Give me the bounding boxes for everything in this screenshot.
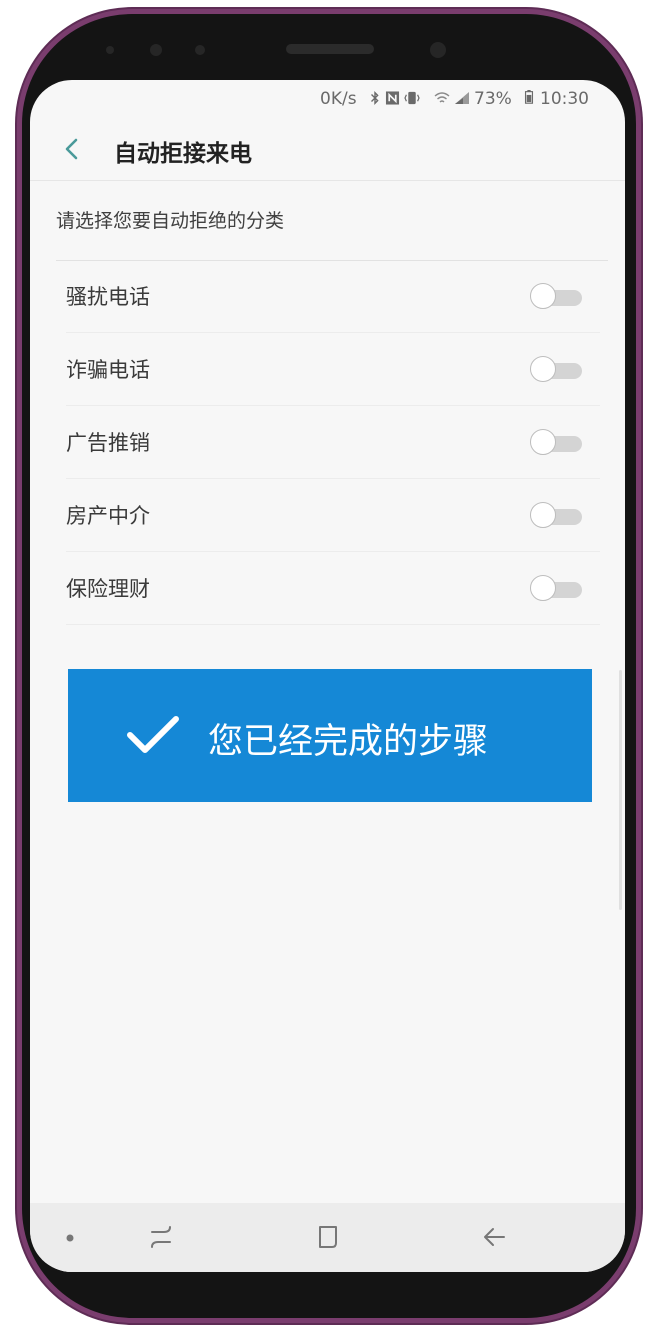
dot-icon[interactable]: [66, 1234, 74, 1242]
fraud-toggle[interactable]: [530, 356, 584, 384]
row-divider: [66, 478, 600, 479]
ads-toggle[interactable]: [530, 429, 584, 457]
app-header: 自动拒接来电: [30, 118, 625, 181]
toggle-knob: [530, 575, 556, 601]
category-label: 诈骗电话: [66, 358, 150, 382]
category-label: 广告推销: [66, 431, 150, 455]
recent-apps-icon[interactable]: [148, 1223, 174, 1251]
toggle-knob: [530, 429, 556, 455]
category-row-fraud[interactable]: 诈骗电话: [54, 334, 600, 406]
vibrate-icon: [404, 91, 420, 105]
sensor-dot: [195, 45, 205, 55]
front-camera: [430, 42, 446, 58]
page-title: 自动拒接来电: [114, 141, 252, 167]
completion-banner: 您已经完成的步骤: [68, 669, 592, 802]
category-label: 骚扰电话: [66, 285, 150, 309]
toggle-knob: [530, 283, 556, 309]
navigation-bar: [30, 1203, 625, 1272]
category-row-harassment[interactable]: 骚扰电话: [54, 261, 600, 333]
bluetooth-icon: [371, 91, 379, 105]
back-icon[interactable]: [480, 1223, 508, 1251]
screen: 0K/s 73% 10:30 自动拒接来电 请选择您要自动拒绝的分类 骚扰电话 …: [30, 80, 625, 1272]
wifi-icon: [434, 92, 450, 103]
checkmark-icon: [127, 716, 179, 753]
row-divider: [66, 332, 600, 333]
earpiece-speaker: [286, 44, 374, 54]
category-label: 房产中介: [66, 504, 150, 528]
harassment-toggle[interactable]: [530, 283, 584, 311]
scrollbar[interactable]: [619, 670, 622, 910]
row-divider: [66, 551, 600, 552]
banner-text: 您已经完成的步骤: [208, 722, 489, 762]
nfc-icon: [385, 91, 400, 105]
real-estate-toggle[interactable]: [530, 502, 584, 530]
home-icon[interactable]: [314, 1223, 342, 1251]
battery-icon: [524, 90, 534, 104]
category-row-real-estate[interactable]: 房产中介: [54, 480, 600, 552]
category-label: 保险理财: [66, 577, 150, 601]
category-row-ads[interactable]: 广告推销: [54, 407, 600, 479]
toggle-knob: [530, 356, 556, 382]
toggle-knob: [530, 502, 556, 528]
status-bar: 0K/s 73% 10:30: [30, 80, 625, 118]
row-divider: [66, 405, 600, 406]
signal-icon: [455, 92, 469, 104]
section-label: 请选择您要自动拒绝的分类: [56, 210, 285, 232]
sensor-dot: [106, 46, 114, 54]
clock: 10:30: [540, 89, 589, 109]
network-speed: 0K/s: [320, 89, 357, 109]
chevron-left-icon[interactable]: [58, 132, 88, 166]
category-row-insurance[interactable]: 保险理财: [54, 553, 600, 625]
sensor-dot: [150, 44, 162, 56]
battery-percent: 73%: [474, 89, 512, 109]
insurance-toggle[interactable]: [530, 575, 584, 603]
row-divider: [66, 624, 600, 625]
